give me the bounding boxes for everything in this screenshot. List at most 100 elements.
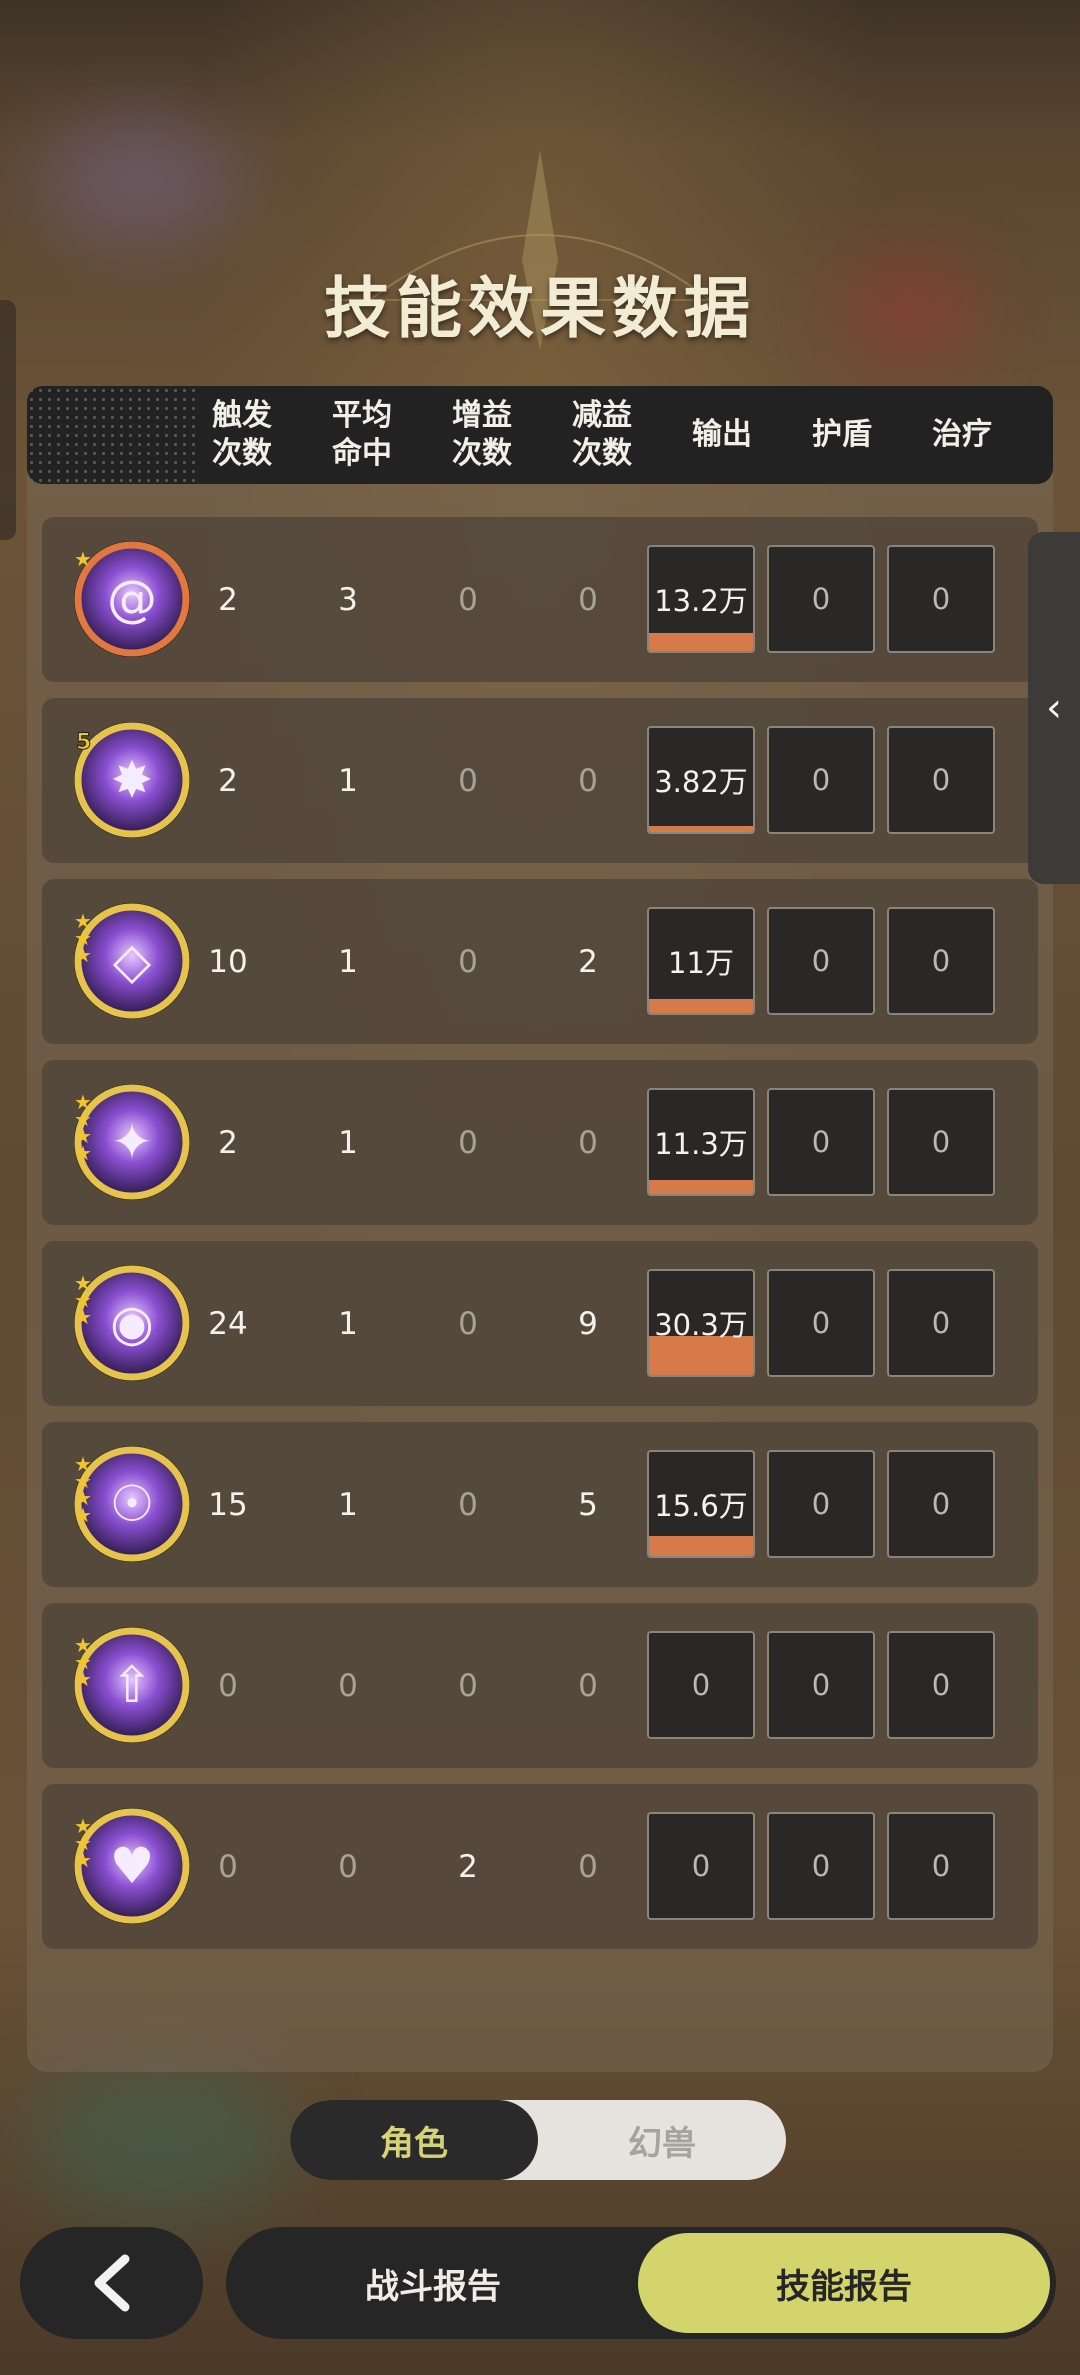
hooded-eye-icon: ☉★★★★ (74, 1446, 190, 1562)
heal-value: 0 (931, 1849, 951, 1883)
toggle-beast[interactable]: 幻兽 (538, 2100, 786, 2180)
avg-hit: 1 (338, 1124, 358, 1161)
svg-text:★: ★ (74, 1141, 92, 1165)
shield-box: 0 (767, 726, 875, 834)
heal-box: 0 (887, 907, 995, 1015)
shield-value: 0 (811, 582, 831, 616)
eye-sigil-icon: ◉★★★ (74, 1265, 190, 1381)
heal-box: 0 (887, 1450, 995, 1558)
buff-count: 0 (458, 581, 478, 618)
shield-box: 0 (767, 1450, 875, 1558)
output-box: 15.6万 (647, 1450, 755, 1558)
table-row: ⇧ ★ ★ ★ 0 0 0 0 0 0 0 (42, 1603, 1038, 1768)
buff-count: 0 (458, 1667, 478, 1704)
debuff-count: 0 (578, 1667, 598, 1704)
role-beast-toggle[interactable]: 角色 幻兽 (290, 2100, 786, 2180)
heal-value: 0 (931, 944, 951, 978)
heal-box: 0 (887, 726, 995, 834)
col-trigger-count: 触发 次数 (212, 398, 272, 471)
svg-text:★: ★ (74, 1848, 92, 1872)
shield-value: 0 (811, 763, 831, 797)
buff-count: 2 (458, 1848, 478, 1885)
trigger-count: 0 (218, 1848, 238, 1885)
col-output: 输出 (692, 417, 752, 452)
buff-count: 0 (458, 1486, 478, 1523)
output-share-bar (649, 1180, 753, 1194)
output-value: 13.2万 (654, 584, 748, 618)
heal-box: 0 (887, 1088, 995, 1196)
output-box: 0 (647, 1812, 755, 1920)
output-value: 11万 (668, 946, 734, 980)
avg-hit: 1 (338, 762, 358, 799)
heal-box: 0 (887, 1631, 995, 1739)
avg-hit: 1 (338, 943, 358, 980)
output-value: 3.82万 (654, 765, 748, 799)
bg-blur (40, 120, 240, 240)
back-arrow-icon (94, 2254, 129, 2312)
output-share-bar (649, 633, 753, 651)
buff-count: 0 (458, 1124, 478, 1161)
col-shield: 护盾 (812, 417, 872, 452)
table-row: ♥ ★ ★ ★ 0 0 2 0 0 0 0 (42, 1784, 1038, 1949)
svg-text:★: ★ (74, 1503, 92, 1527)
trigger-count: 2 (218, 1124, 238, 1161)
shield-value: 0 (811, 1306, 831, 1340)
output-value: 15.6万 (654, 1489, 748, 1523)
shield-value: 0 (811, 1849, 831, 1883)
debuff-count: 0 (578, 581, 598, 618)
svg-text:★: ★ (74, 547, 92, 571)
report-tabs: 战斗报告 技能报告 (226, 2227, 1056, 2339)
heal-value: 0 (931, 1487, 951, 1521)
svg-text:@: @ (107, 570, 157, 628)
table-row: ✸ 5 2 1 0 0 3.82万 0 0 (42, 698, 1038, 863)
heal-value: 0 (931, 1125, 951, 1159)
output-box: 3.82万 (647, 726, 755, 834)
side-expand-tab[interactable]: ‹ (1028, 532, 1080, 884)
output-value: 11.3万 (654, 1127, 748, 1161)
svg-text:★: ★ (74, 1667, 92, 1691)
svg-text:⇧: ⇧ (111, 1656, 153, 1714)
svg-text:★: ★ (74, 1305, 92, 1329)
trigger-count: 10 (208, 943, 248, 980)
col-avg-hit: 平均 命中 (332, 398, 392, 471)
shield-box: 0 (767, 1088, 875, 1196)
avg-hit: 0 (338, 1848, 358, 1885)
col-debuff-count: 减益 次数 (572, 398, 632, 471)
heal-value: 0 (931, 1668, 951, 1702)
tab-skill-report[interactable]: 技能报告 (638, 2233, 1050, 2333)
output-share-bar (649, 1536, 753, 1556)
table-header: 触发 次数 平均 命中 增益 次数 减益 次数 输出 护盾 治疗 (27, 386, 1053, 484)
table-row: ◉ ★ ★ ★ 24 1 0 9 30.3万 0 0 (42, 1241, 1038, 1406)
svg-text:★: ★ (74, 943, 92, 967)
debuff-count: 0 (578, 1124, 598, 1161)
tab-battle-report[interactable]: 战斗报告 (226, 2227, 640, 2339)
output-box: 0 (647, 1631, 755, 1739)
output-box: 30.3万 (647, 1269, 755, 1377)
toggle-role[interactable]: 角色 (290, 2100, 538, 2180)
debuff-count: 0 (578, 762, 598, 799)
shield-box: 0 (767, 1631, 875, 1739)
output-box: 11万 (647, 907, 755, 1015)
heal-value: 0 (931, 763, 951, 797)
shield-box: 0 (767, 1812, 875, 1920)
shield-box: 0 (767, 545, 875, 653)
avg-hit: 1 (338, 1305, 358, 1342)
vortex-orb-icon: @★ (74, 541, 190, 657)
output-share-bar (649, 826, 753, 832)
shield-value: 0 (811, 944, 831, 978)
page-title: 技能效果数据 (324, 270, 756, 347)
back-button[interactable] (20, 2227, 203, 2339)
svg-text:5: 5 (76, 730, 91, 755)
output-box: 13.2万 (647, 545, 755, 653)
heal-value: 0 (931, 1306, 951, 1340)
heal-box: 0 (887, 1812, 995, 1920)
output-value: 30.3万 (654, 1308, 748, 1342)
heal-box: 0 (887, 545, 995, 653)
avg-hit: 3 (338, 581, 358, 618)
avg-hit: 0 (338, 1667, 358, 1704)
svg-text:◇: ◇ (113, 932, 152, 990)
buff-count: 0 (458, 1305, 478, 1342)
trigger-count: 2 (218, 581, 238, 618)
col-heal: 治疗 (932, 417, 992, 452)
table-row: ☉ ★ ★ ★ ★ 15 1 0 5 15.6万 0 0 (42, 1422, 1038, 1587)
